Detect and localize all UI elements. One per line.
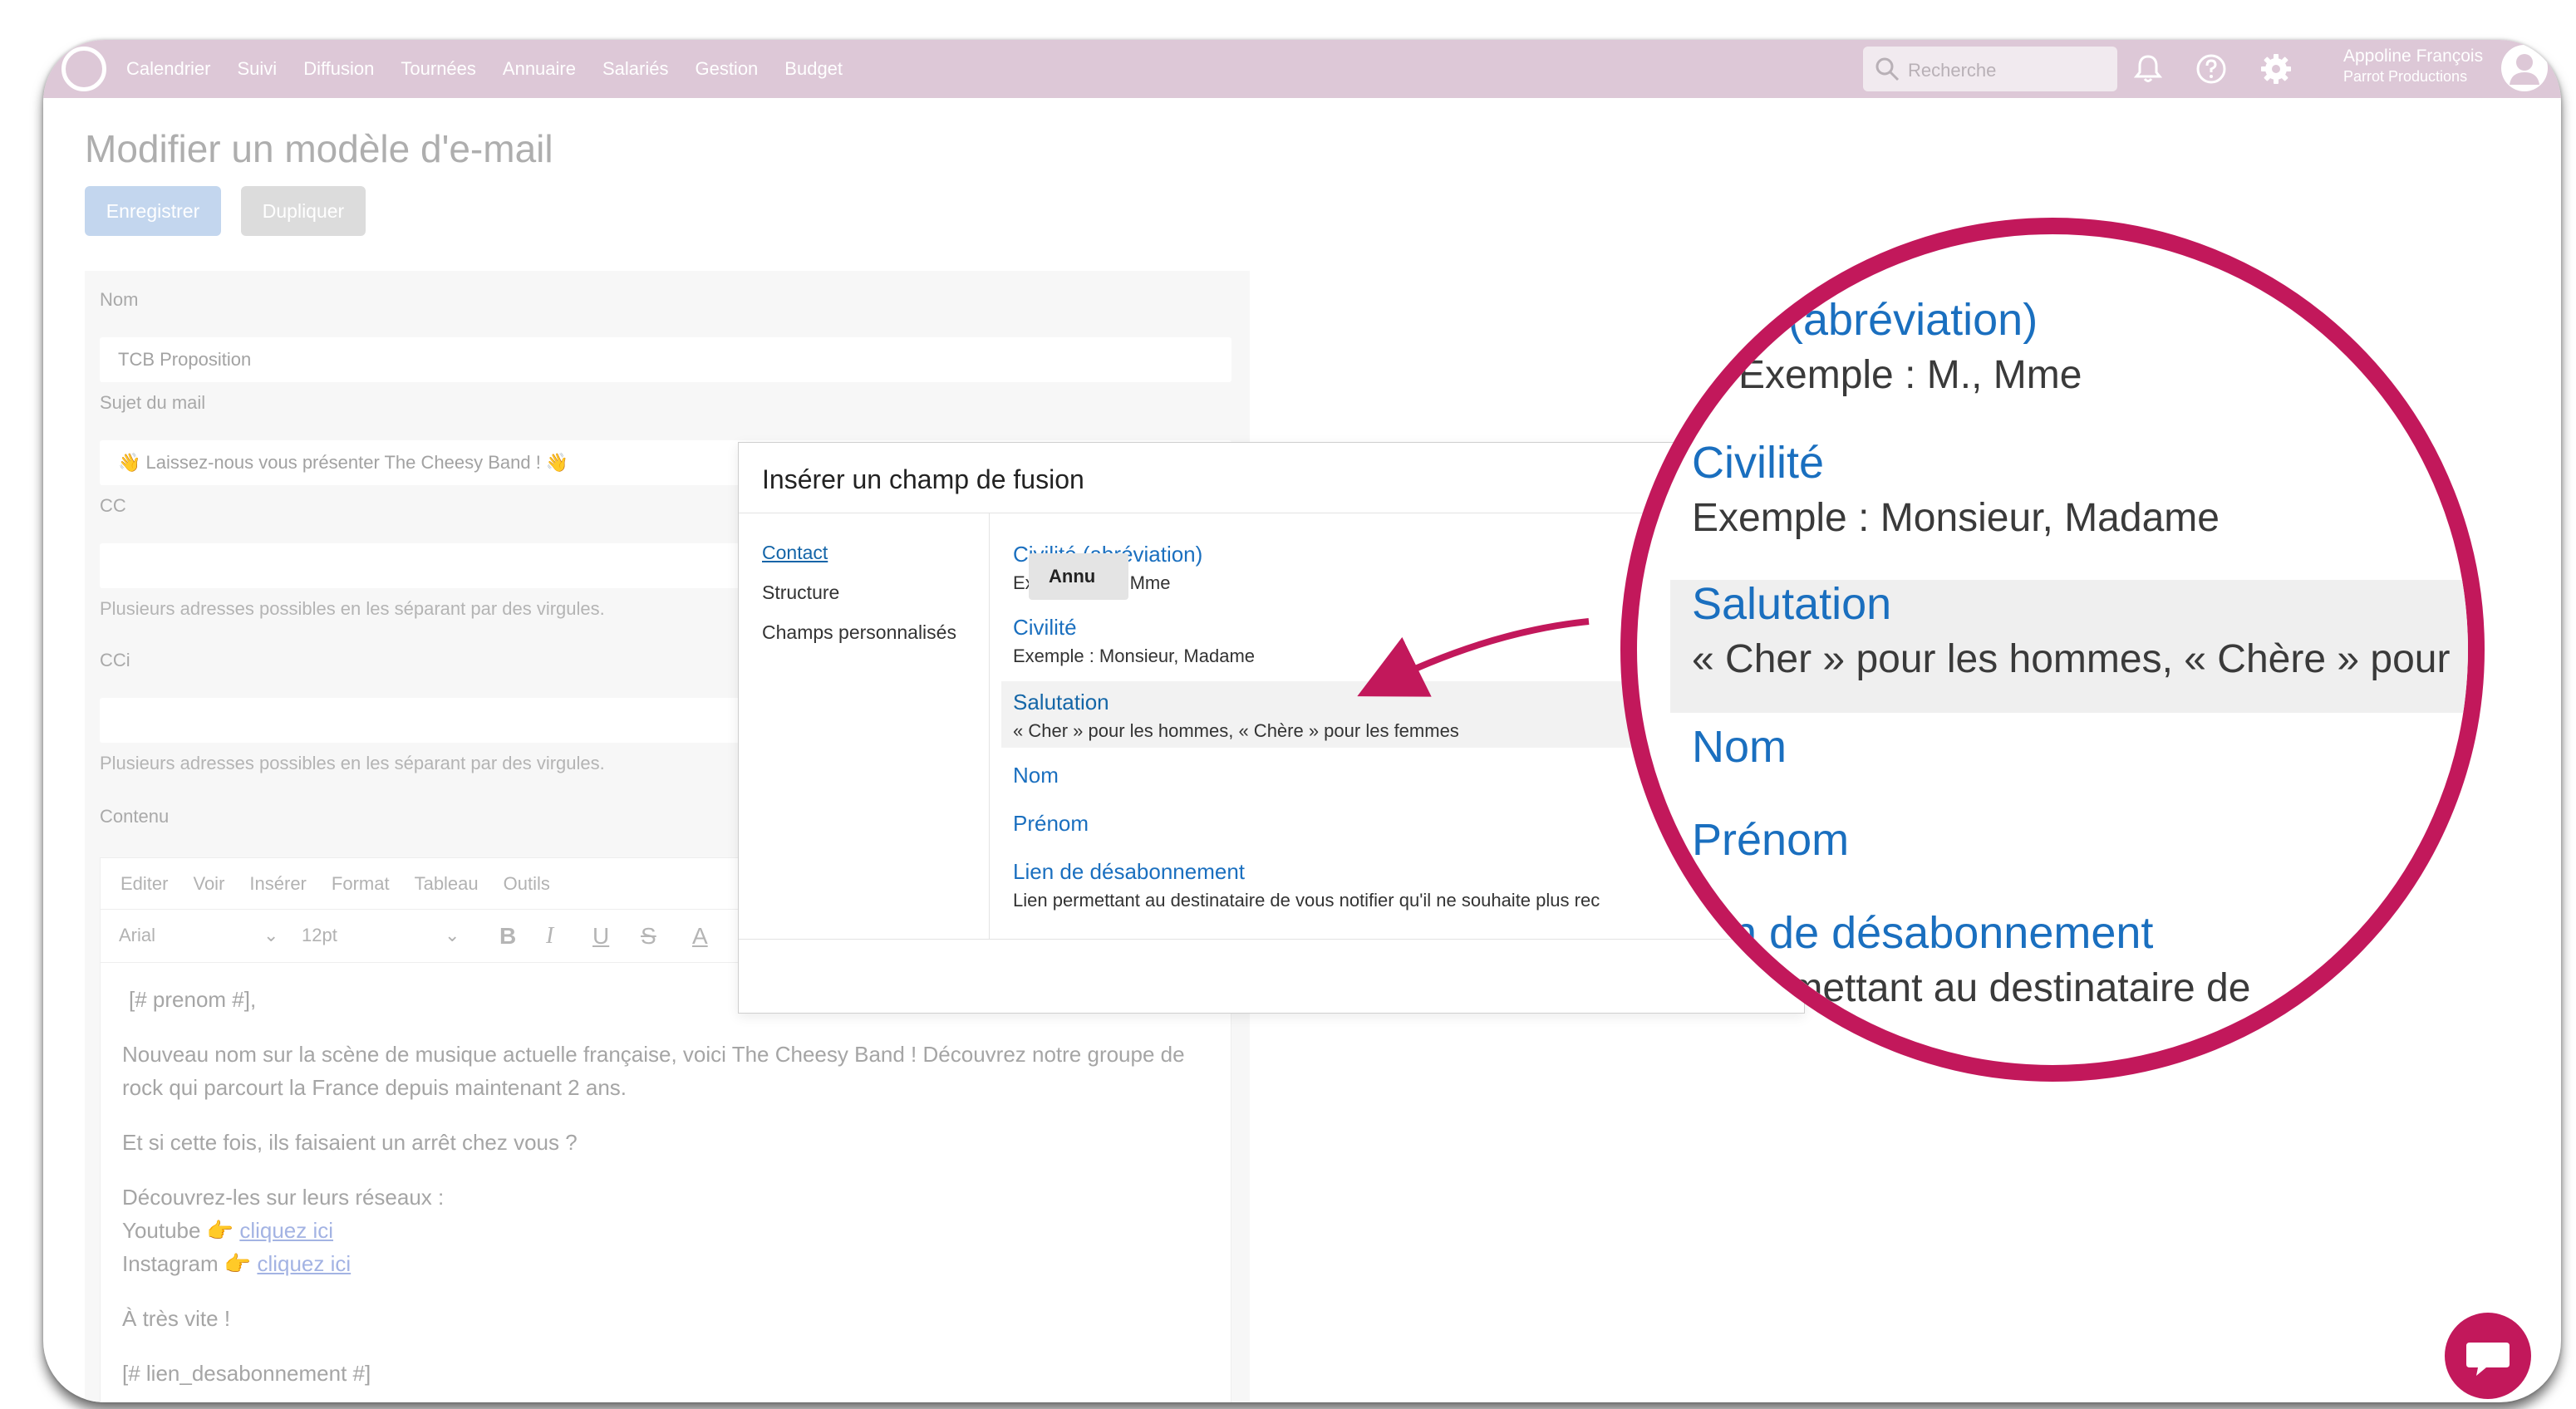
zoom-field-nom: Nom	[1692, 721, 2468, 773]
zoom-field-description: Exemple : M., Mme	[1738, 353, 2082, 397]
zoom-field-name: té (abréviation)	[1738, 295, 2038, 345]
zoom-field-civilite-abreviation: té (abréviation) Exemple : M., Mme	[1738, 294, 2468, 398]
zoom-magnifier: té (abréviation) Exemple : M., Mme Civil…	[1620, 218, 2485, 1082]
zoom-field-prenom: Prénom	[1692, 814, 2468, 866]
zoom-field-civilite: Civilité Exemple : Monsieur, Madame	[1692, 437, 2468, 541]
zoom-field-lien-desabonnement: n de désabonnement permettant au destina…	[1732, 907, 2468, 1011]
zoom-field-name: Salutation	[1692, 579, 1892, 629]
zoom-field-description: permettant au destinataire de	[1732, 966, 2251, 1010]
app-window: Calendrier Suivi Diffusion Tournées Annu…	[43, 40, 2561, 1402]
zoom-field-name: n de désabonnement	[1732, 908, 2154, 958]
zoom-field-description: « Cher » pour les hommes, « Chère » pour	[1692, 637, 2451, 681]
zoom-field-name: Nom	[1692, 722, 1787, 772]
zoom-field-salutation: Salutation « Cher » pour les hommes, « C…	[1692, 578, 2468, 682]
magnified-field-list: té (abréviation) Exemple : M., Mme Civil…	[1637, 234, 2468, 1065]
zoom-field-description: Exemple : Monsieur, Madame	[1692, 496, 2220, 540]
zoom-field-name: Civilité	[1692, 438, 1825, 488]
zoom-field-name: Prénom	[1692, 815, 1850, 865]
